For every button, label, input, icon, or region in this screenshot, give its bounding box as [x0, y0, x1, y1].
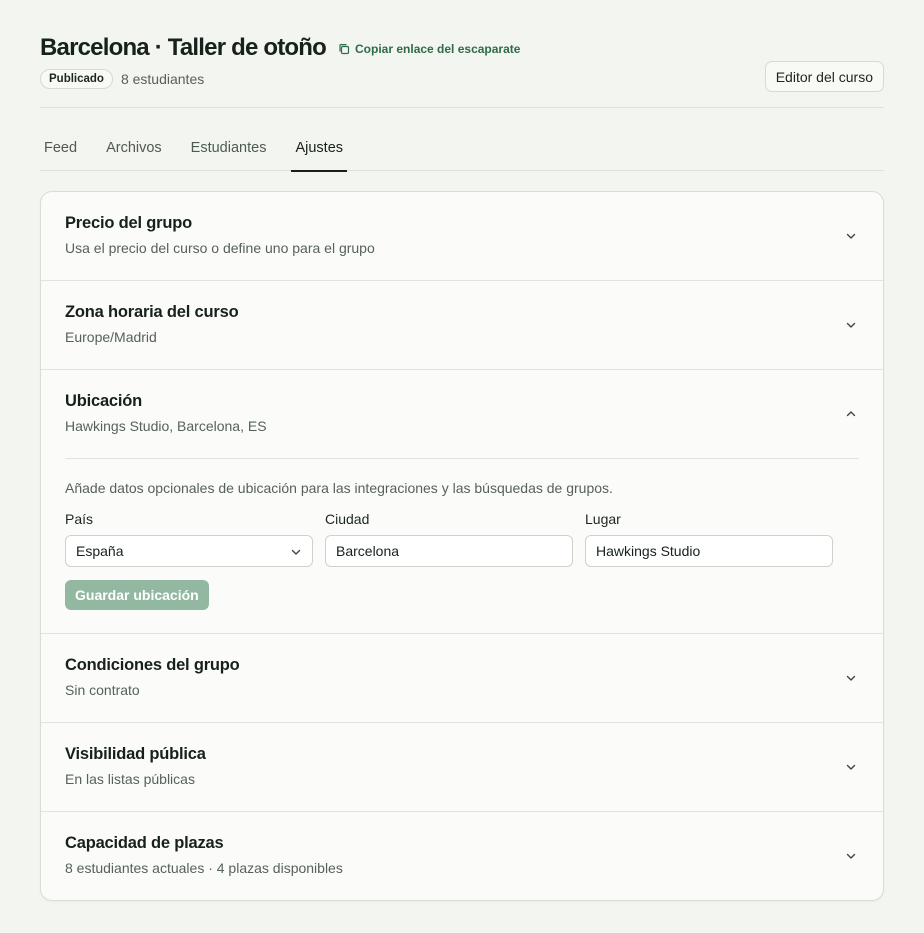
location-form: Añade datos opcionales de ubicación para… [41, 458, 883, 633]
section-title: Precio del grupo [65, 214, 192, 232]
copy-icon [339, 44, 350, 55]
city-field: Ciudad Barcelona [325, 511, 573, 567]
meta-row: Publicado 8 estudiantes [40, 69, 204, 89]
section-subtitle: 8 estudiantes actuales · 4 plazas dispon… [65, 860, 343, 876]
section-timezone: Zona horaria del curso Europe/Madrid [41, 281, 883, 370]
location-fields: País España Ciudad Barcelona Lugar Hawki [65, 511, 859, 567]
section-price: Precio del grupo Usa el precio del curso… [41, 192, 883, 281]
section-visibility-header[interactable]: Visibilidad pública En las listas públic… [41, 723, 883, 811]
tab-students[interactable]: Estudiantes [187, 132, 271, 171]
section-title: Visibilidad pública [65, 745, 206, 763]
section-title: Ubicación [65, 392, 143, 410]
chevron-down-icon [291, 549, 301, 555]
city-value: Barcelona [336, 543, 400, 559]
section-price-header[interactable]: Precio del grupo Usa el precio del curso… [41, 192, 883, 280]
section-subtitle: Europe/Madrid [65, 329, 157, 345]
city-label: Ciudad [325, 511, 370, 527]
country-value: España [76, 543, 124, 559]
section-subtitle: Sin contrato [65, 682, 140, 698]
section-conditions: Condiciones del grupo Sin contrato [41, 634, 883, 723]
status-badge: Publicado [40, 69, 113, 89]
section-capacity-header[interactable]: Capacidad de plazas 8 estudiantes actual… [41, 812, 883, 900]
section-visibility: Visibilidad pública En las listas públic… [41, 723, 883, 812]
page-header: Barcelona · Taller de otoño Copiar enlac… [40, 30, 884, 108]
tab-bar: Feed Archivos Estudiantes Ajustes [40, 132, 884, 172]
venue-label: Lugar [585, 511, 621, 527]
chevron-down-icon [846, 233, 856, 239]
location-help-text: Añade datos opcionales de ubicación para… [65, 480, 613, 496]
section-timezone-header[interactable]: Zona horaria del curso Europe/Madrid [41, 281, 883, 369]
page-title: Barcelona · Taller de otoño [40, 34, 327, 61]
students-count: 8 estudiantes [120, 71, 205, 87]
chevron-down-icon [846, 322, 856, 328]
section-subtitle: Usa el precio del curso o define uno par… [65, 240, 375, 256]
city-input[interactable]: Barcelona [325, 535, 573, 567]
title-row: Barcelona · Taller de otoño Copiar enlac… [40, 34, 520, 62]
country-select[interactable]: España [65, 535, 313, 567]
copy-storefront-link[interactable]: Copiar enlace del escaparate [338, 42, 520, 56]
section-capacity: Capacidad de plazas 8 estudiantes actual… [41, 812, 883, 900]
chevron-down-icon [846, 853, 856, 859]
copy-link-label: Copiar enlace del escaparate [355, 42, 521, 56]
venue-input[interactable]: Hawkings Studio [585, 535, 833, 567]
chevron-down-icon [846, 675, 856, 681]
course-editor-button[interactable]: Editor del curso [764, 61, 884, 92]
section-conditions-header[interactable]: Condiciones del grupo Sin contrato [41, 634, 883, 722]
section-location-header[interactable]: Ubicación Hawkings Studio, Barcelona, ES [41, 370, 883, 458]
country-field: País España [65, 511, 313, 567]
section-title: Condiciones del grupo [65, 656, 240, 674]
save-location-button[interactable]: Guardar ubicación [65, 580, 209, 610]
section-subtitle: Hawkings Studio, Barcelona, ES [65, 418, 267, 434]
settings-card: Precio del grupo Usa el precio del curso… [40, 191, 884, 901]
tab-files[interactable]: Archivos [102, 132, 166, 171]
tab-feed[interactable]: Feed [40, 132, 81, 171]
venue-value: Hawkings Studio [596, 543, 701, 559]
divider [65, 458, 859, 459]
section-title: Capacidad de plazas [65, 834, 224, 852]
venue-field: Lugar Hawkings Studio [585, 511, 833, 567]
chevron-down-icon [846, 764, 856, 770]
country-label: País [65, 511, 94, 527]
section-location: Ubicación Hawkings Studio, Barcelona, ES… [41, 370, 883, 634]
section-title: Zona horaria del curso [65, 303, 239, 321]
tab-settings[interactable]: Ajustes [291, 132, 347, 172]
chevron-up-icon [846, 411, 856, 417]
section-subtitle: En las listas públicas [65, 771, 195, 787]
